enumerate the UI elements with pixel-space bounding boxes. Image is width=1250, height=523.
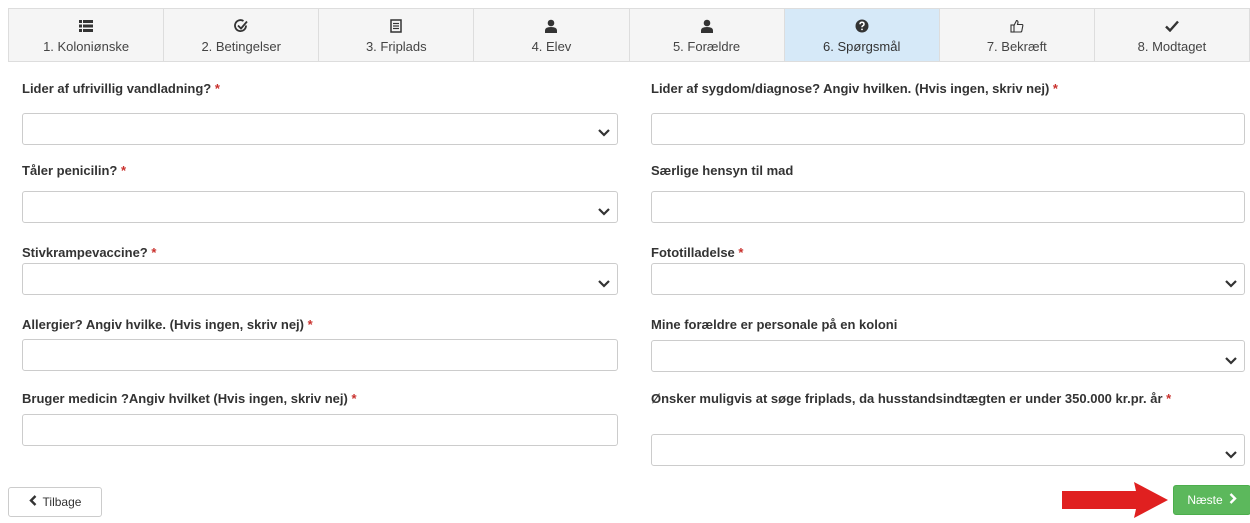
red-arrow-icon	[1062, 482, 1168, 523]
required-marker: *	[351, 391, 357, 406]
form-group-foto: Fototilladelse *	[651, 244, 1245, 295]
step-label: 5. Forældre	[672, 38, 741, 54]
list-icon	[79, 17, 94, 35]
step-label: 6. Spørgsmål	[823, 38, 901, 54]
step-label: 2. Betingelser	[201, 38, 281, 54]
field-label: Allergier? Angiv hvilke. (Hvis ingen, sk…	[22, 317, 313, 332]
next-button-label: Næste	[1187, 493, 1223, 507]
required-marker: *	[214, 81, 220, 96]
step-friplads[interactable]: 3. Friplads	[319, 9, 475, 61]
form-group-penicilin: Tåler penicilin? *	[22, 162, 618, 223]
required-marker: *	[1166, 391, 1172, 406]
step-label: 1. Koloniønske	[43, 38, 130, 54]
back-button[interactable]: Tilbage	[8, 487, 102, 517]
field-label: Ønsker muligvis at søge friplads, da hus…	[651, 391, 1172, 406]
step-label: 3. Friplads	[365, 38, 427, 54]
step-label: 4. Elev	[531, 38, 572, 54]
personale-select[interactable]	[651, 340, 1245, 372]
step-label: 7. Bekræft	[986, 38, 1047, 54]
form-group-medicin: Bruger medicin ?Angiv hvilket (Hvis inge…	[22, 390, 618, 446]
allergier-input[interactable]	[22, 339, 618, 371]
required-marker: *	[1052, 81, 1058, 96]
sygdom-input[interactable]	[651, 113, 1245, 145]
back-button-label: Tilbage	[42, 495, 82, 509]
vandladning-select[interactable]	[22, 113, 618, 145]
check-circle-icon	[234, 17, 248, 35]
document-icon	[390, 17, 403, 35]
chevron-down-icon	[1225, 275, 1237, 293]
required-marker: *	[307, 317, 313, 332]
chevron-down-icon	[598, 203, 610, 221]
stivkrampe-select[interactable]	[22, 263, 618, 295]
chevron-down-icon	[598, 275, 610, 293]
chevron-down-icon	[598, 124, 610, 142]
form-group-vandladning: Lider af ufrivillig vandladning? *	[22, 80, 618, 145]
field-label: Tåler penicilin? *	[22, 163, 127, 178]
field-label: Stivkrampevaccine? *	[22, 245, 157, 260]
chevron-left-icon	[28, 495, 37, 509]
step-bekræft[interactable]: 7. Bekræft	[940, 9, 1095, 61]
form-group-mad: Særlige hensyn til mad	[651, 162, 1245, 223]
mad-input[interactable]	[651, 191, 1245, 223]
field-label: Fototilladelse *	[651, 245, 744, 260]
chevron-right-icon	[1229, 493, 1237, 507]
checkmark-icon	[1165, 17, 1179, 35]
step-elev[interactable]: 4. Elev	[474, 9, 630, 61]
field-label: Særlige hensyn til mad	[651, 163, 794, 178]
fototilladelse-select[interactable]	[651, 263, 1245, 295]
penicilin-select[interactable]	[22, 191, 618, 223]
form-group-friplads: Ønsker muligvis at søge friplads, da hus…	[651, 390, 1245, 466]
user-icon	[700, 17, 713, 35]
field-label: Lider af ufrivillig vandladning? *	[22, 81, 220, 96]
step-betingelser[interactable]: 2. Betingelser	[164, 9, 320, 61]
chevron-down-icon	[1225, 446, 1237, 464]
required-marker: *	[738, 245, 744, 260]
thumbs-up-icon	[1010, 17, 1024, 35]
friplads-select[interactable]	[651, 434, 1245, 466]
field-label: Bruger medicin ?Angiv hvilket (Hvis inge…	[22, 391, 357, 406]
step-label: 8. Modtaget	[1137, 38, 1207, 54]
field-label: Lider af sygdom/diagnose? Angiv hvilken.…	[651, 81, 1058, 96]
medicin-input[interactable]	[22, 414, 618, 446]
required-marker: *	[151, 245, 157, 260]
required-marker: *	[120, 163, 127, 178]
step-forældre[interactable]: 5. Forældre	[630, 9, 785, 61]
step-koloniønske[interactable]: 1. Koloniønske	[9, 9, 165, 61]
form-group-allergier: Allergier? Angiv hvilke. (Hvis ingen, sk…	[22, 316, 618, 371]
chevron-down-icon	[1225, 352, 1237, 370]
form-group-personale: Mine forældre er personale på en koloni	[651, 316, 1245, 372]
question-circle-icon	[855, 17, 869, 35]
form-group-sygdom: Lider af sygdom/diagnose? Angiv hvilken.…	[651, 80, 1245, 145]
form-group-stivkrampe: Stivkrampevaccine? *	[22, 244, 618, 295]
wizard-steps: 1. Koloniønske 2. Betingelser 3. Friplad…	[8, 8, 1250, 62]
user-icon	[545, 17, 558, 35]
step-spørgsmål[interactable]: 6. Spørgsmål	[784, 9, 940, 61]
next-button[interactable]: Næste	[1173, 485, 1250, 515]
field-label: Mine forældre er personale på en koloni	[651, 317, 898, 332]
step-modtaget[interactable]: 8. Modtaget	[1095, 9, 1249, 61]
